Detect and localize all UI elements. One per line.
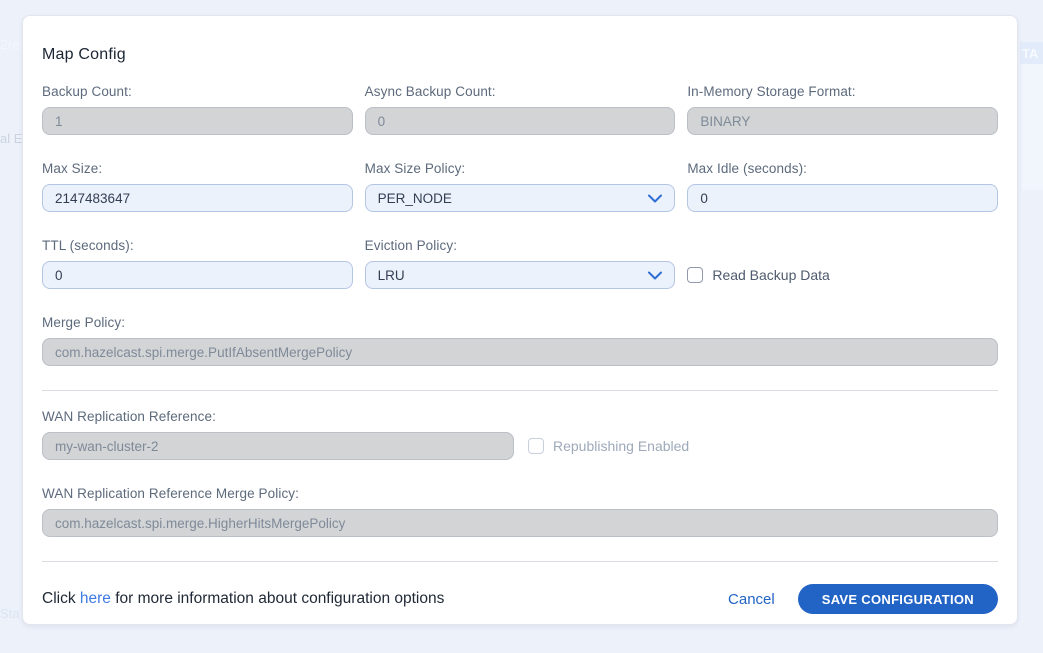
dialog-title: Map Config <box>42 46 998 64</box>
chevron-down-icon <box>648 194 662 203</box>
wan-replication-reference-field: WAN Replication Reference: <box>42 410 514 460</box>
cancel-button[interactable]: Cancel <box>728 591 775 608</box>
wan-replication-reference-label: WAN Replication Reference: <box>42 410 514 424</box>
ttl-label: TTL (seconds): <box>42 239 353 253</box>
max-idle-field: Max Idle (seconds): <box>687 162 998 212</box>
form-row-2: Max Size: Max Size Policy: PER_NODE Max … <box>42 162 998 212</box>
wan-merge-policy-input <box>42 509 998 537</box>
max-size-policy-label: Max Size Policy: <box>365 162 676 176</box>
async-backup-count-field: Async Backup Count: <box>365 85 676 135</box>
backup-count-input <box>42 107 353 135</box>
save-configuration-button[interactable]: SAVE CONFIGURATION <box>798 584 998 614</box>
info-text-suffix: for more information about configuration… <box>111 590 444 607</box>
in-memory-format-field: In-Memory Storage Format: <box>687 85 998 135</box>
eviction-policy-select[interactable]: LRU <box>365 261 676 289</box>
ttl-field: TTL (seconds): <box>42 239 353 289</box>
eviction-policy-value: LRU <box>378 268 405 283</box>
max-size-input[interactable] <box>42 184 353 212</box>
republishing-enabled-checkbox-row: Republishing Enabled <box>528 432 689 460</box>
merge-policy-label: Merge Policy: <box>42 316 998 330</box>
background-badge-fragment: TA <box>1020 42 1043 64</box>
republishing-enabled-checkbox <box>528 438 544 454</box>
in-memory-format-input <box>687 107 998 135</box>
wan-merge-policy-label: WAN Replication Reference Merge Policy: <box>42 487 998 501</box>
eviction-policy-field: Eviction Policy: LRU <box>365 239 676 289</box>
max-size-policy-select[interactable]: PER_NODE <box>365 184 676 212</box>
info-text-prefix: Click <box>42 590 80 607</box>
wan-replication-row: WAN Replication Reference: Republishing … <box>42 410 998 460</box>
ttl-input[interactable] <box>42 261 353 289</box>
max-idle-label: Max Idle (seconds): <box>687 162 998 176</box>
max-size-field: Max Size: <box>42 162 353 212</box>
backup-count-field: Backup Count: <box>42 85 353 135</box>
chevron-down-icon <box>648 271 662 280</box>
read-backup-data-checkbox[interactable] <box>687 267 703 283</box>
footer-actions: Cancel SAVE CONFIGURATION <box>728 584 998 614</box>
map-config-dialog: Map Config Backup Count: Async Backup Co… <box>22 15 1018 625</box>
merge-policy-field: Merge Policy: <box>42 316 998 366</box>
wan-replication-reference-input <box>42 432 514 460</box>
wan-merge-policy-field: WAN Replication Reference Merge Policy: <box>42 487 998 537</box>
background-text-fragment: Sta <box>0 606 20 621</box>
read-backup-data-label: Read Backup Data <box>712 267 830 283</box>
form-row-3: TTL (seconds): Eviction Policy: LRU Read… <box>42 239 998 289</box>
read-backup-data-checkbox-row: Read Backup Data <box>687 261 998 289</box>
max-size-policy-field: Max Size Policy: PER_NODE <box>365 162 676 212</box>
background-text-fragment: al E <box>0 131 22 146</box>
background-text-fragment: 2re <box>0 36 20 52</box>
here-link[interactable]: here <box>80 590 111 607</box>
max-size-label: Max Size: <box>42 162 353 176</box>
info-text: Click here for more information about co… <box>42 590 444 608</box>
eviction-policy-label: Eviction Policy: <box>365 239 676 253</box>
in-memory-format-label: In-Memory Storage Format: <box>687 85 998 99</box>
background-panel-fragment <box>1022 64 1043 190</box>
backup-count-label: Backup Count: <box>42 85 353 99</box>
merge-policy-input <box>42 338 998 366</box>
republishing-enabled-label: Republishing Enabled <box>553 438 689 454</box>
section-divider <box>42 390 998 391</box>
max-idle-input[interactable] <box>687 184 998 212</box>
async-backup-count-label: Async Backup Count: <box>365 85 676 99</box>
max-size-policy-value: PER_NODE <box>378 191 452 206</box>
dialog-footer: Click here for more information about co… <box>42 584 998 614</box>
form-row-1: Backup Count: Async Backup Count: In-Mem… <box>42 85 998 135</box>
async-backup-count-input <box>365 107 676 135</box>
section-divider <box>42 561 998 562</box>
